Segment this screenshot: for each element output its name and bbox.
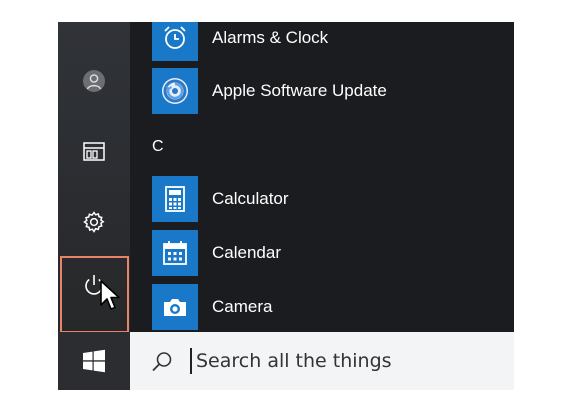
app-label: Calendar bbox=[212, 243, 281, 262]
start-menu: Alarms & Clock Apple Software Update C C… bbox=[58, 22, 514, 332]
apple-update-icon bbox=[152, 68, 198, 114]
app-item-calculator[interactable]: Calculator bbox=[152, 176, 514, 222]
documents-button[interactable] bbox=[58, 125, 130, 179]
app-item-alarms-clock[interactable]: Alarms & Clock bbox=[152, 22, 514, 61]
app-label: Calculator bbox=[212, 189, 289, 208]
calculator-icon bbox=[152, 176, 198, 222]
start-button[interactable] bbox=[58, 332, 130, 390]
alarm-clock-icon bbox=[152, 22, 198, 61]
app-label: Alarms & Clock bbox=[212, 28, 329, 47]
app-label: Apple Software Update bbox=[212, 81, 387, 100]
taskbar bbox=[58, 332, 514, 390]
app-item-camera[interactable]: Camera bbox=[152, 284, 514, 330]
camera-icon bbox=[152, 284, 198, 330]
search-input[interactable] bbox=[190, 348, 496, 374]
mouse-pointer-icon bbox=[100, 280, 120, 310]
app-item-apple-software-update[interactable]: Apple Software Update bbox=[152, 68, 514, 114]
windows-logo-icon bbox=[83, 349, 105, 373]
user-avatar-icon bbox=[83, 70, 105, 92]
section-header-c[interactable]: C bbox=[152, 138, 164, 156]
settings-button[interactable] bbox=[58, 195, 130, 249]
user-account-button[interactable] bbox=[58, 54, 130, 108]
documents-folder-icon bbox=[83, 142, 105, 161]
app-item-calendar[interactable]: Calendar bbox=[152, 230, 514, 276]
calendar-icon bbox=[152, 230, 198, 276]
search-icon[interactable] bbox=[150, 350, 174, 378]
search-box[interactable] bbox=[130, 332, 514, 390]
gear-icon bbox=[83, 211, 105, 233]
app-list: Alarms & Clock Apple Software Update C C… bbox=[152, 22, 514, 332]
app-label: Camera bbox=[212, 297, 273, 316]
